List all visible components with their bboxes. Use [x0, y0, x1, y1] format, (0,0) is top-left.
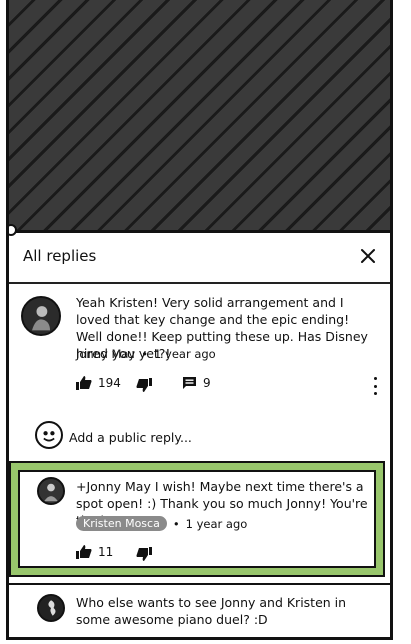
divider [9, 583, 390, 585]
meta-separator: • [141, 347, 149, 361]
replies-button[interactable]: 9 [182, 376, 211, 390]
reply-count: 9 [203, 376, 211, 390]
reply-author-avatar-icon [39, 596, 63, 620]
close-icon [360, 248, 376, 264]
user-avatar-icon [23, 298, 59, 334]
replies-header: All replies [9, 236, 390, 284]
video-player[interactable] [9, 0, 390, 233]
video-scrubber-handle[interactable] [9, 224, 17, 236]
thumbs-down-icon [136, 547, 152, 561]
thumbs-down-icon [136, 378, 152, 392]
public-reply-input[interactable]: Add a public reply... [69, 430, 192, 445]
reply-age: 1 year ago [185, 516, 248, 531]
header-title: All replies [23, 247, 97, 265]
like-button[interactable]: 194 [76, 376, 121, 390]
more-options-button[interactable] [370, 377, 380, 395]
more-vertical-icon [373, 377, 377, 380]
like-count: 11 [98, 545, 114, 559]
comment-icon [182, 376, 197, 390]
close-button[interactable] [356, 244, 380, 268]
thumbs-up-icon [76, 376, 92, 390]
avatar[interactable] [37, 477, 65, 505]
reply-text: Who else wants to see Jonny and Kristen … [76, 595, 347, 627]
comment-meta: Jonny May • 1 year ago [76, 347, 216, 361]
comment-author[interactable]: Jonny May [76, 347, 135, 361]
avatar [35, 421, 63, 449]
avatar[interactable] [21, 296, 61, 336]
app-frame: All replies Yeah Kristen! Very solid arr… [6, 0, 393, 640]
dislike-button[interactable] [136, 378, 152, 392]
reply-author-avatar-icon [39, 479, 63, 503]
reply-meta: Kristen Mosca • 1 year ago [76, 516, 247, 531]
meta-separator: • [172, 516, 180, 531]
current-user-avatar-icon [37, 423, 61, 447]
author-chip[interactable]: Kristen Mosca [76, 516, 167, 531]
like-button[interactable]: 11 [76, 545, 113, 559]
thumbs-up-icon [76, 545, 92, 559]
avatar[interactable] [37, 594, 65, 622]
like-count: 194 [98, 376, 121, 390]
dislike-button[interactable] [136, 547, 152, 561]
comment-age: 1 year ago [154, 347, 216, 361]
